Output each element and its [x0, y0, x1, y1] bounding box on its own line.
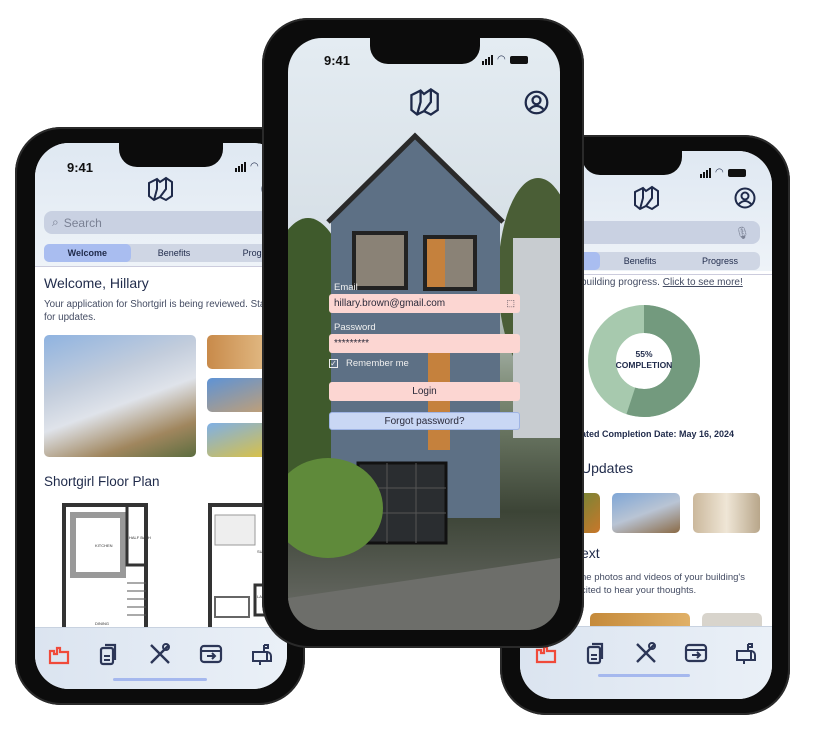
- forgot-password-button[interactable]: Forgot password?: [329, 412, 520, 430]
- profile-icon[interactable]: [524, 90, 549, 115]
- home-icon[interactable]: [47, 642, 71, 666]
- home-indicator: [113, 678, 207, 681]
- updates-title: Updates: [581, 460, 634, 476]
- welcome-title: Welcome, Hillary: [44, 275, 149, 291]
- tab-welcome[interactable]: Welcome: [44, 244, 131, 262]
- login-label: Login: [412, 386, 437, 397]
- tabs: Welcome Benefits Progress: [44, 244, 287, 262]
- mailbox-icon[interactable]: [734, 641, 758, 665]
- remember-label: Remember me: [346, 358, 409, 369]
- kitchen-label: KITCHEN: [95, 543, 113, 548]
- tab-benefits[interactable]: Benefits: [131, 244, 218, 262]
- see-more-link[interactable]: Click to see more!: [663, 277, 743, 288]
- logo-icon: [410, 88, 439, 116]
- face-id-icon[interactable]: ⬚: [506, 298, 515, 309]
- status-time: 9:41: [67, 160, 94, 175]
- password-label: Password: [334, 322, 376, 333]
- half-bath-label: HALF BATH: [129, 535, 151, 540]
- email-value: hillary.brown@gmail.com: [334, 298, 446, 309]
- remember-checkbox[interactable]: ✓: [329, 359, 338, 368]
- documents-icon[interactable]: [584, 641, 608, 665]
- completion-date: ated Completion Date: May 16, 2024: [581, 429, 735, 439]
- search-input[interactable]: ⌕ Search: [44, 211, 287, 234]
- next-text-1: ne photos and videos of your building's: [581, 572, 745, 583]
- phone-login: 9:41 ◠ Email hillary.brown@gmail.com ⬚ Pa…: [262, 18, 584, 648]
- completion-percent: 55%: [635, 349, 653, 359]
- welcome-screen: 9:41 ◠ ⌕ Search Welcome Benefits Progress…: [35, 143, 287, 689]
- tab-benefits[interactable]: Benefits: [600, 252, 680, 270]
- welcome-text: Your application for Shortgirl is being …: [44, 299, 287, 323]
- microphone-icon[interactable]: 🎙: [735, 226, 750, 240]
- completion-word: COMPLETION: [615, 360, 673, 370]
- password-field[interactable]: *********: [329, 334, 520, 353]
- profile-icon[interactable]: [734, 187, 756, 209]
- next-text-2: cited to hear your thoughts.: [581, 585, 697, 596]
- bottom-nav: [35, 627, 287, 689]
- login-screen: 9:41 ◠ Email hillary.brown@gmail.com ⬚ Pa…: [288, 38, 560, 630]
- update-photo[interactable]: [693, 493, 760, 533]
- mailbox-icon[interactable]: [250, 642, 274, 666]
- tools-icon[interactable]: [634, 641, 658, 665]
- logo-icon: [148, 176, 173, 202]
- progress-text: building progress.: [581, 277, 660, 288]
- payment-icon[interactable]: [684, 641, 708, 665]
- home-indicator: [598, 674, 690, 677]
- payment-icon[interactable]: [199, 642, 223, 666]
- status-time: 9:41: [324, 53, 351, 68]
- house-photo[interactable]: [44, 335, 196, 457]
- update-photo[interactable]: [612, 493, 680, 533]
- password-value: *********: [334, 338, 370, 349]
- email-label: Email: [334, 282, 358, 293]
- search-icon: ⌕: [52, 215, 59, 229]
- documents-icon[interactable]: [97, 642, 121, 666]
- floor-plan-title: Shortgirl Floor Plan: [44, 474, 160, 489]
- tab-progress[interactable]: Progress: [680, 252, 760, 270]
- search-placeholder: Search: [63, 215, 102, 230]
- email-field[interactable]: hillary.brown@gmail.com ⬚: [329, 294, 520, 313]
- dining-label: DINING: [95, 621, 109, 626]
- login-button[interactable]: Login: [329, 382, 520, 401]
- logo-icon: [634, 185, 659, 211]
- tools-icon[interactable]: [148, 642, 172, 666]
- floor-plan-image[interactable]: KITCHEN HALF BATH DINING SUITE LAUNDRY: [55, 503, 287, 628]
- forgot-label: Forgot password?: [384, 415, 465, 427]
